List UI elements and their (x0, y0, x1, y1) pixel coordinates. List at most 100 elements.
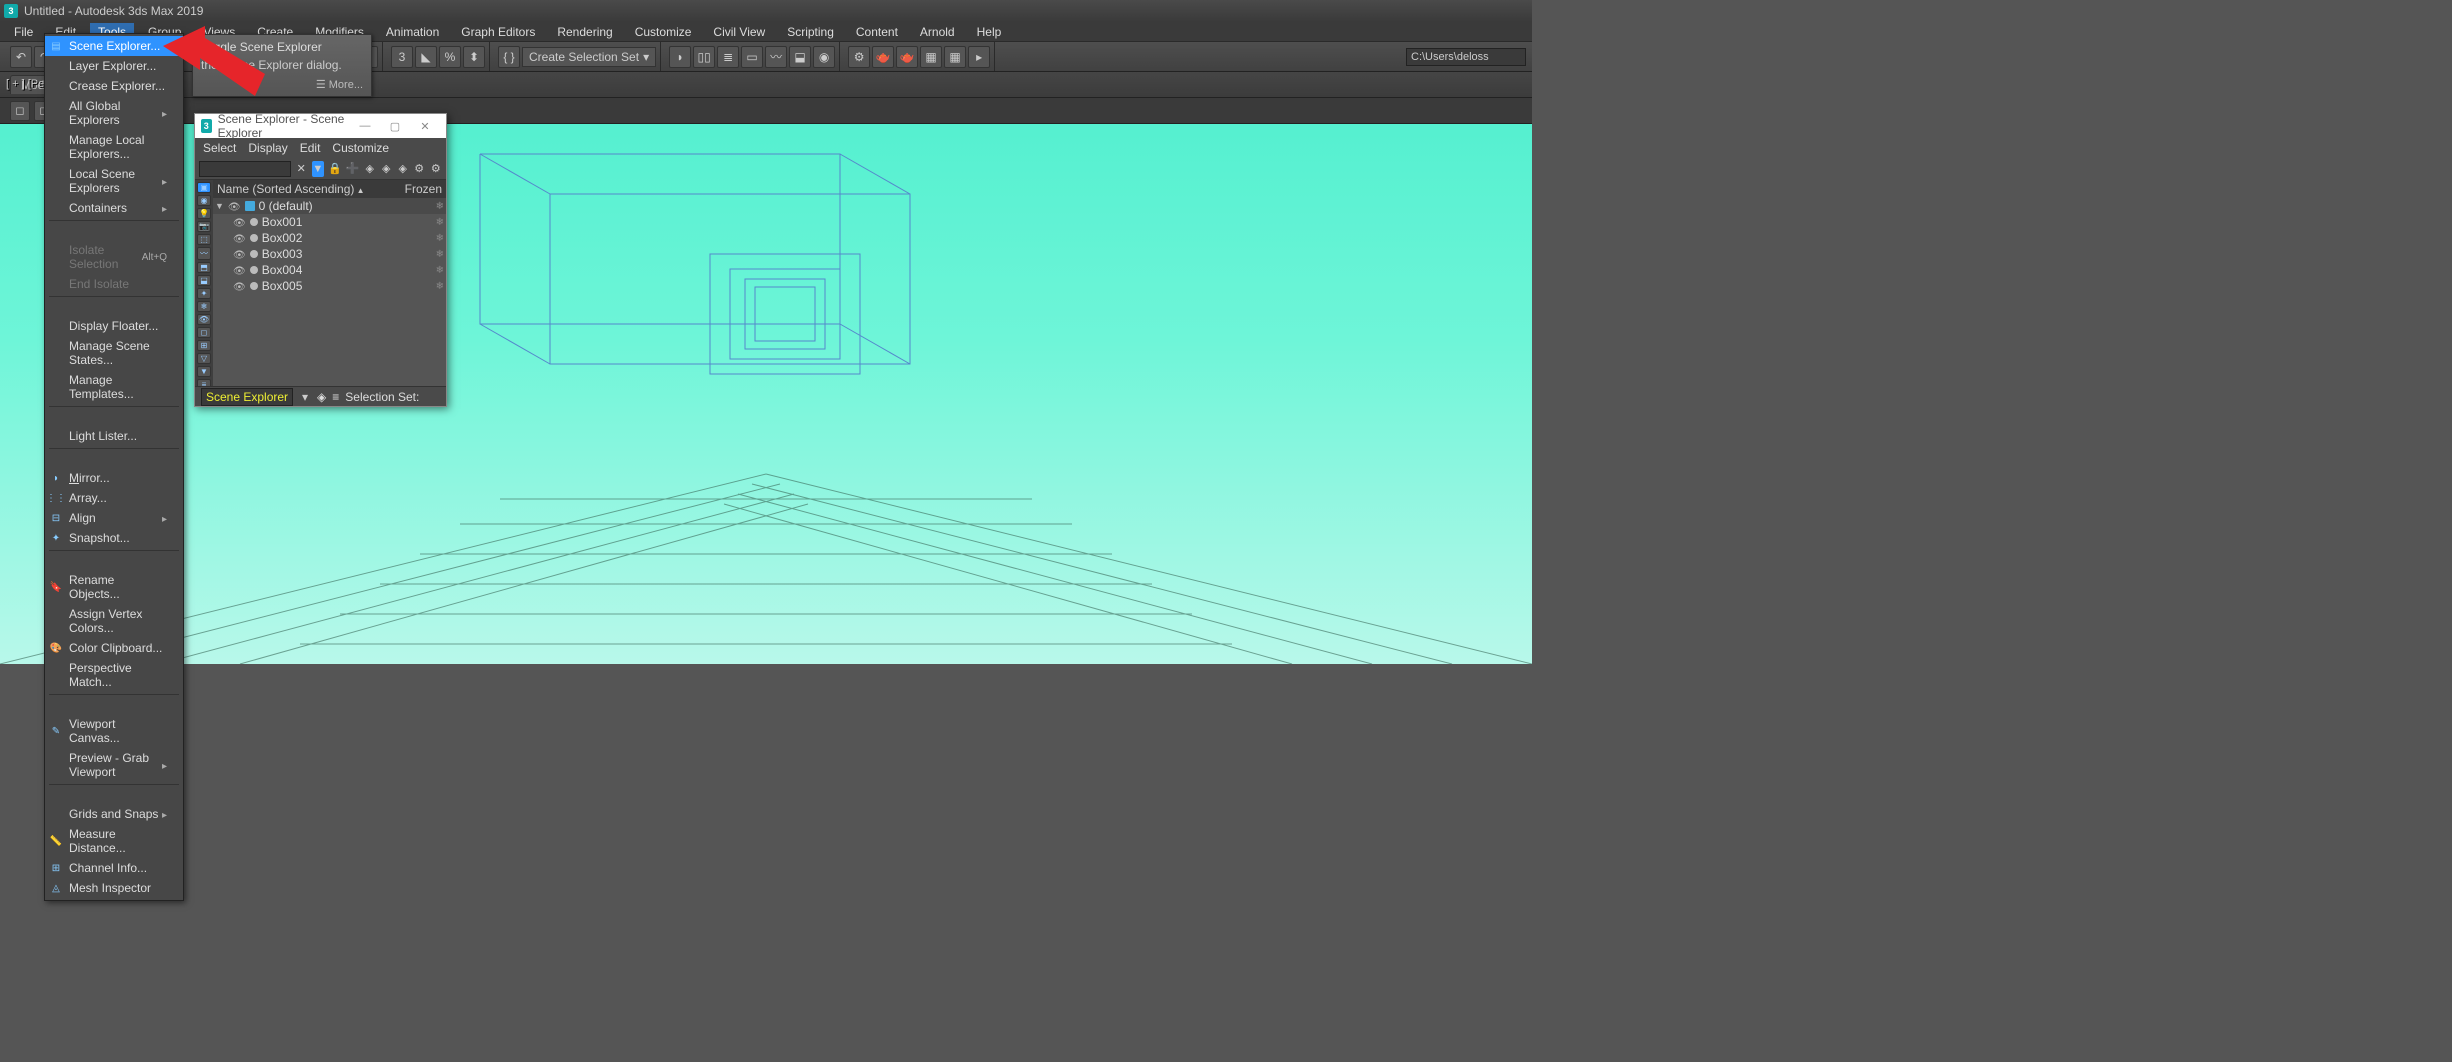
freeze-icon[interactable] (436, 233, 444, 244)
se-filter-icon-5[interactable]: 〰 (197, 247, 211, 260)
menu-help[interactable]: Help (969, 23, 1010, 41)
menu-graph-editors[interactable]: Graph Editors (453, 23, 543, 41)
snap-toggle-icon[interactable]: 3 (391, 46, 413, 68)
menu-file[interactable]: File (6, 23, 41, 41)
se-filter-icon-7[interactable]: ⬓ (197, 275, 211, 286)
mode-dropdown-icon[interactable]: ▾ (299, 390, 311, 404)
menu-rendering[interactable]: Rendering (549, 23, 620, 41)
visibility-icon[interactable] (233, 231, 246, 245)
menu-item-mesh-inspector[interactable]: ◬Mesh Inspector (45, 878, 183, 898)
close-button[interactable]: ✕ (410, 115, 440, 137)
menu-item-containers[interactable]: Containers (45, 198, 183, 218)
menu-item-local-scene-explorers[interactable]: Local Scene Explorers (45, 164, 183, 198)
menu-content[interactable]: Content (848, 23, 906, 41)
filter-selection-icon[interactable]: ▼ (312, 161, 325, 177)
visibility-icon[interactable] (233, 263, 246, 277)
lock-icon[interactable]: 🔒 (328, 161, 342, 177)
menu-item-manage-local-explorers[interactable]: Manage Local Explorers... (45, 130, 183, 164)
collapse-toggle-icon[interactable]: ▼ (215, 201, 224, 211)
undo-button[interactable]: ↶ (10, 46, 32, 68)
menu-item-display-floater[interactable]: Display Floater... (45, 316, 183, 336)
object-row[interactable]: Box003 (213, 246, 446, 262)
menu-item-manage-scene-states[interactable]: Manage Scene States... (45, 336, 183, 370)
add-layer-icon[interactable]: ➕ (346, 161, 360, 177)
menu-item-preview-grab-viewport[interactable]: Preview - Grab Viewport (45, 748, 183, 782)
se-filter-icon-14[interactable]: ▼ (197, 366, 211, 377)
menu-item-snapshot[interactable]: ✦Snapshot... (45, 528, 183, 548)
percent-snap-icon[interactable]: % (439, 46, 461, 68)
spinner-snap-icon[interactable]: ⬍ (463, 46, 485, 68)
mirror-icon[interactable]: ◗ (669, 46, 691, 68)
menu-customize[interactable]: Customize (627, 23, 700, 41)
edit-named-selection-icon[interactable]: { } (498, 46, 520, 68)
se-filter-icon-2[interactable]: 💡 (197, 208, 211, 219)
layer-tool3-icon[interactable]: ◈ (396, 161, 409, 177)
menu-item-align[interactable]: ⊟Align (45, 508, 183, 528)
se-menu-display[interactable]: Display (248, 141, 287, 155)
schematic-view-icon[interactable]: ⬓ (789, 46, 811, 68)
menu-item-mirror[interactable]: ◗Mirror... (45, 468, 183, 488)
se-filter-icon-10[interactable]: 👁 (197, 314, 211, 325)
layer-tool5-icon[interactable]: ⚙ (430, 161, 443, 177)
se-filter-icon-3[interactable]: 📷 (197, 221, 211, 232)
visibility-icon[interactable] (233, 279, 246, 293)
se-filter-icon-12[interactable]: ⊞ (197, 340, 211, 351)
menu-arnold[interactable]: Arnold (912, 23, 963, 41)
scene-explorer-search[interactable] (199, 161, 291, 177)
freeze-icon[interactable] (436, 201, 444, 212)
column-name[interactable]: Name (Sorted Ascending) (217, 182, 365, 196)
scene-explorer-header[interactable]: Name (Sorted Ascending) Frozen (213, 180, 446, 198)
render-production-icon[interactable]: ▸ (968, 46, 990, 68)
material-editor-icon[interactable]: ◉ (813, 46, 835, 68)
se-menu-select[interactable]: Select (203, 141, 236, 155)
object-row[interactable]: Box005 (213, 278, 446, 294)
render-frame-icon[interactable]: 🫖 (872, 46, 894, 68)
toggle-ribbon-icon[interactable]: ▭ (741, 46, 763, 68)
align-icon[interactable]: ▯▯ (693, 46, 715, 68)
se-filter-icon-1[interactable]: ◉ (197, 195, 211, 206)
visibility-icon[interactable] (233, 215, 246, 229)
menu-scripting[interactable]: Scripting (779, 23, 842, 41)
se-menu-edit[interactable]: Edit (300, 141, 321, 155)
render-setup-icon[interactable]: ⚙ (848, 46, 870, 68)
minimize-button[interactable]: — (350, 115, 380, 137)
menu-item-array[interactable]: ⋮⋮Array... (45, 488, 183, 508)
menu-item-grids-and-snaps[interactable]: Grids and Snaps (45, 804, 183, 824)
curve-editor-icon[interactable]: 〰 (765, 46, 787, 68)
object-row[interactable]: Box004 (213, 262, 446, 278)
menu-item-channel-info[interactable]: ⊞Channel Info... (45, 858, 183, 878)
freeze-icon[interactable] (436, 265, 444, 276)
menu-item-rename-objects[interactable]: 🔖Rename Objects... (45, 570, 183, 604)
angle-snap-icon[interactable]: ◣ (415, 46, 437, 68)
object-row[interactable]: Box001 (213, 214, 446, 230)
freeze-icon[interactable] (436, 249, 444, 260)
render-last-icon[interactable]: ▦ (944, 46, 966, 68)
status-tool2-icon[interactable]: ≡ (332, 390, 339, 404)
freeze-icon[interactable] (436, 281, 444, 292)
visibility-icon[interactable] (228, 199, 241, 213)
menu-item-manage-templates[interactable]: Manage Templates... (45, 370, 183, 404)
maximize-button[interactable]: ▢ (380, 115, 410, 137)
freeze-icon[interactable] (436, 217, 444, 228)
layer-explorer-icon[interactable]: ≣ (717, 46, 739, 68)
path-field[interactable] (1406, 48, 1526, 66)
menu-item-color-clipboard[interactable]: 🎨Color Clipboard... (45, 638, 183, 658)
status-tool1-icon[interactable]: ◈ (317, 390, 326, 404)
se-filter-icon-4[interactable]: ⬚ (197, 234, 211, 245)
column-frozen[interactable]: Frozen (405, 182, 442, 196)
visibility-icon[interactable] (233, 247, 246, 261)
menu-animation[interactable]: Animation (378, 23, 447, 41)
se-filter-icon-6[interactable]: ⬒ (197, 262, 211, 273)
object-row[interactable]: Box002 (213, 230, 446, 246)
se-filter-icon-0[interactable]: ▣ (197, 182, 211, 193)
se-filter-icon-13[interactable]: ▽ (197, 353, 211, 364)
render-icon[interactable]: 🫖 (896, 46, 918, 68)
menu-item-viewport-canvas[interactable]: ✎Viewport Canvas... (45, 714, 183, 748)
layer-row[interactable]: ▼ 0 (default) (213, 198, 446, 214)
se-filter-icon-8[interactable]: ✦ (197, 288, 211, 299)
menu-item-perspective-match[interactable]: Perspective Match... (45, 658, 183, 692)
menu-item-light-lister[interactable]: Light Lister... (45, 426, 183, 446)
scene-explorer-mode-label[interactable]: Scene Explorer (201, 388, 293, 406)
menu-item-measure-distance[interactable]: 📏Measure Distance... (45, 824, 183, 858)
menu-civil-view[interactable]: Civil View (705, 23, 773, 41)
